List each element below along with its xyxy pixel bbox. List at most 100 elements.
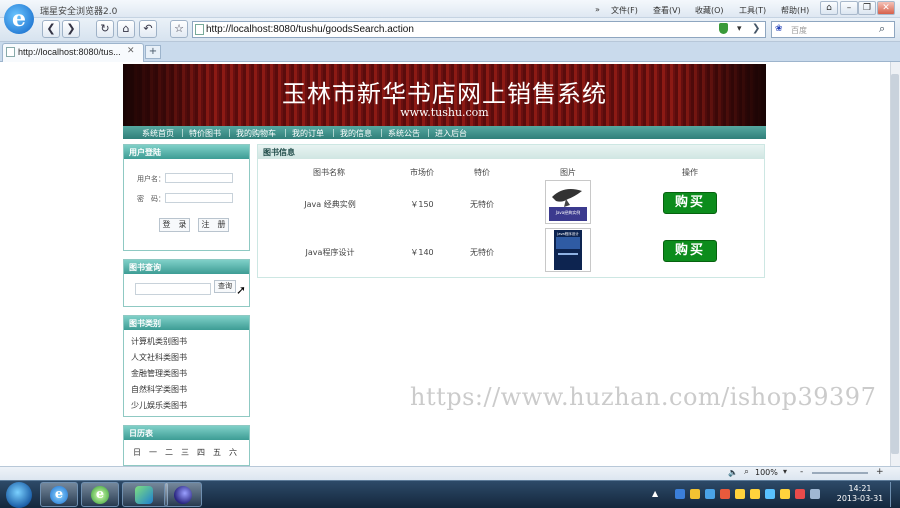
nav-separator: | [228,128,231,137]
tray-network-icon[interactable] [705,489,715,499]
new-tab-button[interactable]: + [145,45,161,59]
watermark-text: https://www.huzhan.com/ishop39397 [410,383,877,411]
weekday-label: 三 [181,448,189,457]
book-price: ￥150 [410,200,434,209]
mouse-cursor-icon: ➚ [236,283,247,297]
taskbar-browser-icon[interactable]: e [81,482,119,507]
category-heading: 图书类别 [124,316,249,330]
book-cover-graphic: Java经典实例 [549,183,587,221]
baidu-logo-icon: ❀ [775,24,783,34]
book-special: 无特价 [470,248,494,257]
clock-time: 14:21 [848,484,872,493]
nav-my-info[interactable]: 我的信息 [340,128,372,139]
sound-icon[interactable]: 🔈 [728,468,738,477]
back-icon[interactable]: ❮ [42,20,60,38]
buy-button[interactable]: 购买 [663,240,717,262]
book-special: 无特价 [470,200,494,209]
refresh-icon[interactable]: ↻ [96,20,114,38]
nav-separator: | [284,128,287,137]
login-button[interactable]: 登 录 [159,218,190,232]
category-item[interactable]: 自然科学类图书 [131,384,187,395]
nav-separator: | [427,128,430,137]
menu-help[interactable]: 帮助(H) [781,5,809,16]
zoom-out-icon[interactable]: - [800,467,803,477]
password-input[interactable] [165,193,233,203]
cover-title-text: Java程序设计 [556,231,579,236]
zoom-dropdown-icon[interactable]: ▾ [783,467,787,476]
book-search-button[interactable]: 查询 [214,280,236,293]
category-item[interactable]: 金融管理类图书 [131,368,187,379]
category-item[interactable]: 人文社科类图书 [131,352,187,363]
category-item[interactable]: 计算机类别图书 [131,336,187,347]
nav-admin[interactable]: 进入后台 [435,128,467,139]
book-name[interactable]: Java 经典实例 [290,199,370,210]
tray-security-icon[interactable] [720,489,730,499]
search-engine-box[interactable] [771,21,895,38]
book-cover-graphic: Java程序设计 [554,230,582,270]
nav-announcements[interactable]: 系统公告 [388,128,420,139]
tab-page-icon [6,47,15,57]
tray-volume-icon[interactable] [810,489,820,499]
book-name[interactable]: Java程序设计 [290,247,370,258]
menu-file[interactable]: 文件(F) [611,5,638,16]
book-list-title: 图书信息 [263,148,295,157]
tab-close-icon[interactable]: ✕ [127,46,135,56]
taskbar-eclipse-icon[interactable] [164,482,202,507]
zoom-slider[interactable] [812,472,868,474]
nav-special-books[interactable]: 特价图书 [189,128,221,139]
username-input[interactable] [165,173,233,183]
nav-orders[interactable]: 我的订单 [292,128,324,139]
restore-button[interactable]: ❐ [858,1,876,15]
calendar-heading: 日历表 [124,426,249,440]
undo-icon[interactable]: ↶ [139,20,157,38]
go-arrow-icon[interactable]: ❯ [752,23,760,34]
start-button-icon[interactable] [6,482,32,508]
book-search-input[interactable] [135,283,211,295]
nav-cart[interactable]: 我的购物车 [236,128,276,139]
zoom-in-icon[interactable]: + [876,467,884,477]
taskbar-ie-icon[interactable]: e [40,482,78,507]
column-header-action: 操作 [682,168,698,177]
browser-logo-icon: e [4,4,34,34]
zoom-level[interactable]: 100% [755,468,778,477]
home-icon[interactable]: ⌂ [117,20,135,38]
search-icon[interactable]: ⌕ [879,22,885,36]
column-header-price: 市场价 [410,168,434,177]
weekday-label: 五 [213,448,221,457]
tray-messenger-icon[interactable] [765,489,775,499]
tray-qq-icon[interactable] [780,489,790,499]
tray-shield-icon[interactable] [675,489,685,499]
book-cover-image[interactable]: Java经典实例 [545,180,591,224]
tray-alert-icon[interactable] [795,489,805,499]
scrollbar-thumb[interactable] [891,74,899,454]
tray-qq-icon[interactable] [750,489,760,499]
weekday-label: 一 [149,448,157,457]
nav-separator: | [380,128,383,137]
taskbar-app-icon[interactable] [122,482,168,507]
buy-button[interactable]: 购买 [663,192,717,214]
password-label: 密 码： [137,195,165,203]
login-heading: 用户登陆 [124,145,249,159]
zoom-icon[interactable]: ⌕ [744,467,749,477]
pin-icon[interactable]: ⌂ [820,1,838,15]
tray-expand-icon[interactable]: ▲ [652,489,658,498]
book-cover-image[interactable]: Java程序设计 [545,228,591,272]
category-item[interactable]: 少儿娱乐类图书 [131,400,187,411]
security-shield-icon[interactable] [719,23,728,34]
menu-separator-icon: » [595,5,600,14]
nav-home[interactable]: 系统首页 [142,128,174,139]
taskbar-clock[interactable]: 14:21 2013-03-31 [834,484,886,504]
favorite-star-icon[interactable]: ☆ [170,20,188,38]
register-button[interactable]: 注 册 [198,218,229,232]
menu-favorites[interactable]: 收藏(O) [695,5,724,16]
minimize-button[interactable]: – [840,1,858,15]
menu-view[interactable]: 查看(V) [653,5,681,16]
menu-tools[interactable]: 工具(T) [739,5,766,16]
cover-title-text: Java经典实例 [555,209,580,215]
address-dropdown-icon[interactable]: ▾ [737,24,742,34]
forward-icon[interactable]: ❯ [62,20,80,38]
show-desktop-button[interactable] [890,482,899,507]
tray-app-icon[interactable] [690,489,700,499]
close-window-button[interactable]: ✕ [877,1,895,15]
tray-qq-icon[interactable] [735,489,745,499]
